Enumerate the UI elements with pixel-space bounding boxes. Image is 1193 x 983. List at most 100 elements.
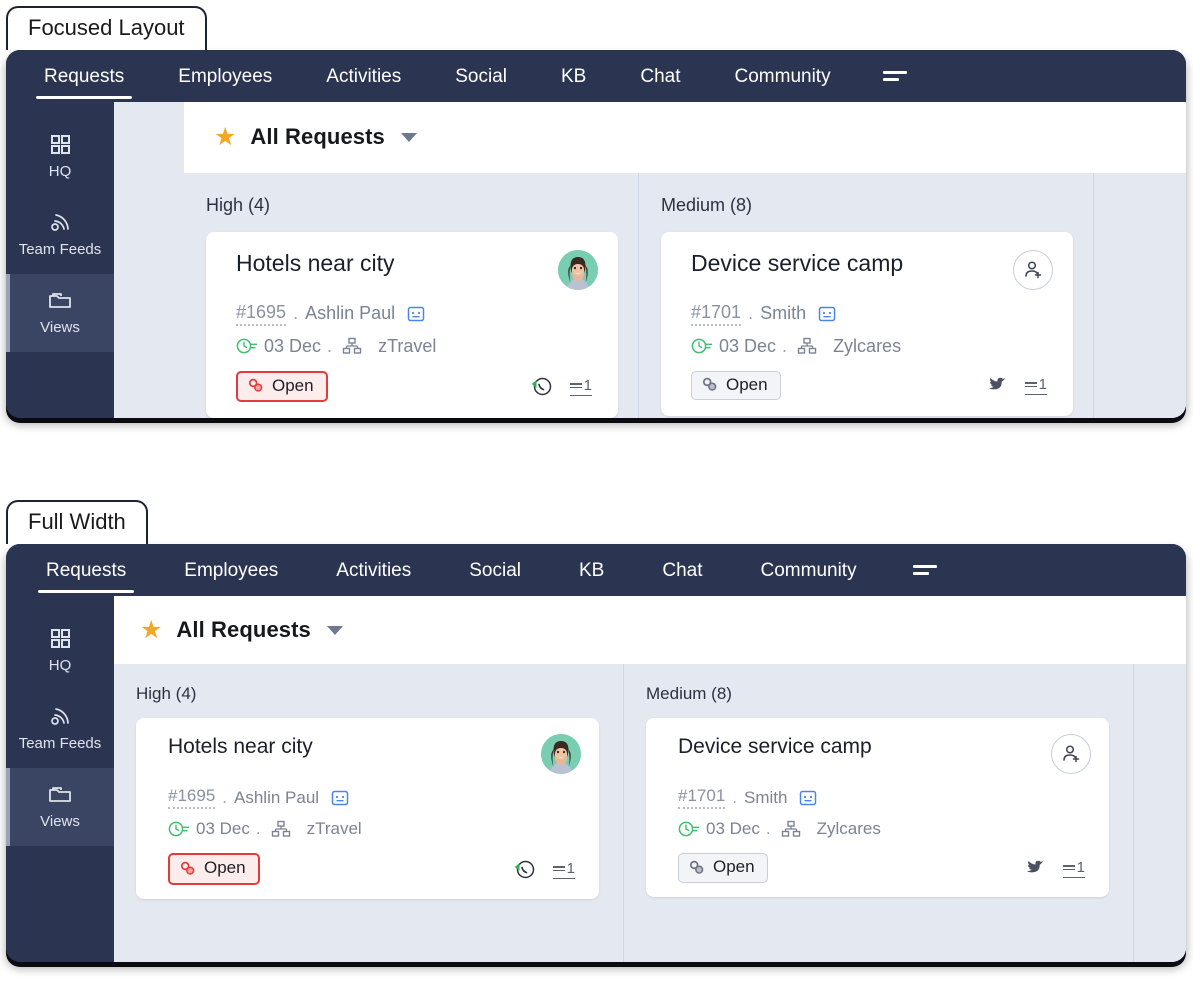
align-left-icon[interactable] — [905, 561, 945, 579]
sidebar-item-hq[interactable]: HQ — [6, 612, 114, 690]
due-separator: . — [255, 819, 261, 839]
ticket-id[interactable]: #1695 — [168, 786, 216, 810]
avatar[interactable] — [541, 734, 581, 775]
nav-item-label: KB — [561, 65, 587, 87]
folder-icon — [10, 287, 110, 313]
card-header: Hotels near city — [168, 734, 581, 775]
nav-item-kb[interactable]: KB — [551, 67, 596, 86]
nav-item-community[interactable]: Community — [725, 67, 841, 86]
nav-item-requests[interactable]: Requests — [36, 559, 136, 593]
thread-count[interactable]: 1 — [1024, 375, 1047, 395]
twitter-icon[interactable] — [1024, 859, 1045, 878]
star-icon[interactable]: ★ — [140, 617, 162, 643]
chat-box-icon[interactable] — [407, 305, 425, 323]
kanban-column-high: High (4) Hotels near city #1695 . Ashlin… — [114, 664, 624, 963]
column-title: High (4) — [206, 194, 271, 215]
align-left-icon[interactable] — [875, 67, 915, 85]
org-chart-icon — [781, 820, 801, 838]
organization-name: Zylcares — [816, 819, 881, 839]
request-card[interactable]: Hotels near city #1695 . Ashlin Paul 03 … — [206, 231, 618, 419]
nav-item-label: Chat — [662, 559, 703, 581]
whatsapp-icon[interactable] — [514, 859, 535, 880]
status-label: Open — [726, 374, 768, 394]
chevron-down-icon[interactable] — [326, 625, 343, 635]
thread-lines-icon — [552, 866, 565, 872]
sidebar-item-team-feeds[interactable]: Team Feeds — [6, 196, 114, 274]
nav-item-employees[interactable]: Employees — [168, 67, 282, 86]
meta-separator: . — [222, 787, 228, 807]
nav-item-employees[interactable]: Employees — [174, 561, 288, 580]
nav-item-kb[interactable]: KB — [569, 561, 614, 580]
sidebar-item-label: Views — [40, 318, 80, 336]
ticket-id[interactable]: #1701 — [691, 302, 742, 326]
thread-count-value: 1 — [566, 859, 575, 877]
card-footer: Open 1 — [168, 853, 581, 885]
chat-box-icon[interactable] — [799, 789, 817, 807]
whatsapp-icon[interactable] — [531, 376, 552, 397]
thread-count[interactable]: 1 — [1062, 859, 1085, 878]
nav-item-activities[interactable]: Activities — [326, 561, 421, 580]
nav-item-chat[interactable]: Chat — [652, 561, 712, 580]
card-meta-row: #1695 . Ashlin Paul — [168, 786, 581, 810]
sidebar-item-label: Views — [40, 812, 80, 830]
card-footer: Open 1 — [691, 370, 1053, 401]
nav-item-activities[interactable]: Activities — [316, 67, 411, 86]
thread-lines-icon — [1024, 382, 1037, 388]
sidebar-item-team-feeds[interactable]: Team Feeds — [6, 690, 114, 768]
card-header: Hotels near city — [236, 249, 598, 290]
thread-count[interactable]: 1 — [552, 859, 575, 879]
nav-item-social[interactable]: Social — [445, 67, 517, 86]
add-user-icon[interactable] — [1051, 734, 1091, 775]
ticket-id[interactable]: #1695 — [236, 302, 287, 326]
nav-item-label: Employees — [184, 559, 279, 581]
status-label: Open — [204, 858, 246, 878]
status-badge[interactable]: Open — [678, 853, 768, 883]
status-badge[interactable]: Open — [168, 853, 260, 885]
nav-item-label: Requests — [46, 559, 127, 581]
view-header: ★ All Requests — [184, 102, 1186, 173]
add-user-icon[interactable] — [1013, 249, 1053, 290]
main-content: ★ All Requests High (4) Hotels near city — [114, 596, 1186, 963]
link-icon — [689, 860, 706, 875]
rss-icon — [10, 703, 110, 729]
status-badge[interactable]: Open — [236, 370, 328, 403]
chat-box-icon[interactable] — [331, 789, 349, 807]
nav-item-label: Employees — [178, 65, 273, 87]
request-card[interactable]: Hotels near city #1695 . Ashlin Paul 03 … — [136, 718, 599, 899]
view-title: All Requests — [250, 124, 385, 150]
link-icon — [180, 861, 197, 876]
kanban-column-empty — [1134, 664, 1186, 962]
nav-item-requests[interactable]: Requests — [34, 67, 134, 99]
status-badge[interactable]: Open — [691, 370, 781, 401]
top-navigation-bar: Requests Employees Activities Social KB … — [6, 544, 1186, 597]
due-separator: . — [782, 335, 788, 356]
ticket-id[interactable]: #1701 — [678, 786, 726, 810]
due-date: 03 Dec — [706, 819, 760, 839]
thread-count-value: 1 — [1038, 375, 1047, 393]
column-title: High (4) — [136, 684, 197, 704]
due-separator: . — [327, 335, 333, 356]
panel-label-full-width: Full Width — [6, 500, 148, 545]
chat-box-icon[interactable] — [818, 305, 836, 323]
grid-icon — [10, 625, 110, 651]
sidebar-item-label: Team Feeds — [18, 241, 102, 259]
chevron-down-icon[interactable] — [400, 132, 417, 142]
twitter-icon[interactable] — [986, 376, 1007, 395]
request-card[interactable]: Device service camp #1701 . Smith 03 Dec… — [661, 231, 1073, 417]
sidebar-item-views[interactable]: Views — [6, 767, 114, 846]
sidebar-item-views[interactable]: Views — [6, 273, 114, 352]
sidebar-item-label: HQ — [48, 657, 72, 675]
nav-item-chat[interactable]: Chat — [630, 67, 690, 86]
avatar[interactable] — [558, 249, 598, 290]
nav-item-social[interactable]: Social — [459, 561, 531, 580]
request-card[interactable]: Device service camp #1701 . Smith 03 Dec… — [646, 718, 1109, 897]
window-body: HQ Team Feeds Views ★ All Requests High … — [6, 102, 1186, 419]
card-meta-row: #1701 . Smith — [691, 302, 1053, 326]
card-title: Hotels near city — [236, 249, 395, 276]
thread-count[interactable]: 1 — [569, 377, 592, 396]
nav-item-label: Community — [734, 65, 831, 87]
star-icon[interactable]: ★ — [214, 124, 236, 150]
sidebar-item-hq[interactable]: HQ — [6, 118, 114, 196]
nav-item-community[interactable]: Community — [751, 561, 867, 580]
card-title: Device service camp — [678, 735, 872, 759]
